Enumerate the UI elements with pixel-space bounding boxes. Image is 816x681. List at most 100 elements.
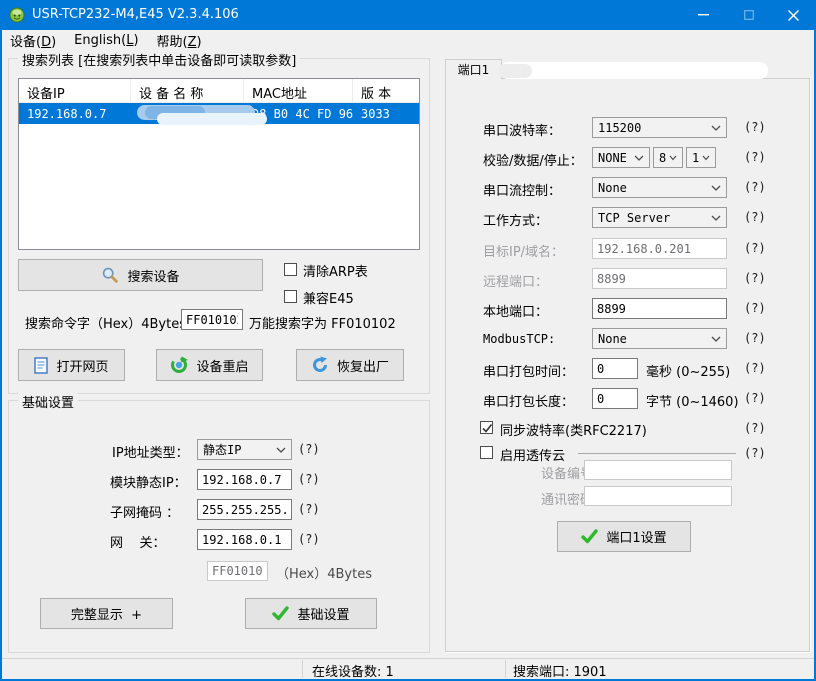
- remote-port-label: 远程端口：: [483, 271, 548, 290]
- search-cmd-input[interactable]: [181, 309, 243, 330]
- local-port-help[interactable]: (?): [744, 301, 766, 315]
- modbus-select[interactable]: None: [592, 328, 727, 349]
- cloud-checkbox[interactable]: [480, 446, 493, 459]
- parity-select[interactable]: NONE: [592, 147, 650, 168]
- chevron-down-icon: [702, 155, 710, 161]
- cloud-label: 启用透传云: [500, 445, 565, 464]
- menu-help-pre: 帮助(: [157, 35, 188, 50]
- factory-reset-label: 恢复出厂: [337, 356, 389, 375]
- col-device-ip[interactable]: 设备IP: [19, 79, 131, 102]
- compat-e45-checkbox[interactable]: [284, 290, 297, 303]
- search-cmd-hint: 万能搜索字为 FF010102: [249, 313, 396, 332]
- stop-bits-select[interactable]: 1: [686, 147, 716, 168]
- search-list-group-title: 搜索列表 [在搜索列表中单击设备即可读取参数]: [18, 50, 300, 69]
- parity-data-stop-label: 校验/数据/停止：: [483, 150, 583, 169]
- modbus-help[interactable]: (?): [744, 331, 766, 345]
- modbus-label: ModbusTCP:: [483, 332, 555, 346]
- pack-time-input[interactable]: [592, 358, 638, 379]
- status-bar: [0, 658, 816, 679]
- col-version[interactable]: 版 本: [353, 79, 419, 102]
- full-display-label: 完整显示 +: [71, 604, 142, 623]
- chevron-down-icon: [711, 125, 721, 131]
- chevron-down-icon: [634, 155, 644, 161]
- search-cmd-label: 搜索命令字（Hex）4Bytes: [25, 313, 186, 332]
- gateway-help[interactable]: (?): [298, 532, 320, 546]
- remote-port-input: [592, 268, 727, 289]
- cloud-help[interactable]: (?): [744, 446, 766, 460]
- flow-control-help[interactable]: (?): [744, 180, 766, 194]
- dest-ip-help[interactable]: (?): [744, 241, 766, 255]
- pack-time-unit: 毫秒 (0~255): [646, 361, 730, 380]
- restart-icon: [170, 356, 188, 374]
- flow-control-select[interactable]: None: [592, 177, 727, 198]
- device-version-cell: 3033: [353, 107, 419, 121]
- work-mode-help[interactable]: (?): [744, 210, 766, 224]
- work-mode-select[interactable]: TCP Server: [592, 207, 727, 228]
- static-ip-label: 模块静态IP：: [110, 472, 187, 491]
- maximize-icon: [744, 10, 754, 20]
- status-divider-1: [302, 660, 303, 678]
- static-ip-help[interactable]: (?): [298, 472, 320, 486]
- maximize-button[interactable]: [726, 0, 771, 30]
- status-divider-2: [505, 660, 506, 678]
- modbus-value: None: [593, 332, 711, 346]
- remote-port-help[interactable]: (?): [744, 271, 766, 285]
- data-bits-select[interactable]: 8: [653, 147, 683, 168]
- static-ip-input[interactable]: [197, 469, 292, 490]
- baud-rate-help[interactable]: (?): [744, 120, 766, 134]
- check-icon: [581, 529, 598, 544]
- pack-length-input[interactable]: [592, 388, 638, 409]
- minimize-button[interactable]: [681, 0, 726, 30]
- menu-device[interactable]: 设备(D): [2, 29, 66, 53]
- cloud-divider: [578, 453, 736, 454]
- ip-type-select[interactable]: 静态IP: [197, 439, 292, 460]
- col-device-name[interactable]: 设 备 名 称: [131, 79, 244, 102]
- pack-length-help[interactable]: (?): [744, 391, 766, 405]
- window-border-left: [0, 0, 2, 681]
- tab-port1-label: 端口1: [458, 61, 490, 78]
- full-display-button[interactable]: 完整显示 +: [40, 598, 173, 629]
- subnet-mask-help[interactable]: (?): [298, 502, 320, 516]
- sync-baud-help[interactable]: (?): [744, 421, 766, 435]
- open-webpage-button[interactable]: 打开网页: [18, 349, 125, 381]
- open-webpage-label: 打开网页: [56, 356, 108, 375]
- pack-time-help[interactable]: (?): [744, 361, 766, 375]
- minimize-icon: [698, 14, 709, 16]
- device-restart-button[interactable]: 设备重启: [156, 349, 263, 381]
- menu-english[interactable]: English(L): [66, 31, 148, 51]
- baud-rate-label: 串口波特率：: [483, 120, 561, 139]
- parity-help[interactable]: (?): [744, 150, 766, 164]
- comm-password-input: [584, 486, 732, 506]
- status-online-devices: 在线设备数: 1: [312, 661, 394, 680]
- flow-control-value: None: [593, 181, 711, 195]
- device-row[interactable]: 192.168.0.7 D8 B0 4C FD 96 A8 3033: [19, 103, 419, 124]
- chevron-down-icon: [711, 185, 721, 191]
- tab-port1[interactable]: 端口1: [445, 59, 502, 79]
- window-title: USR-TCP232-M4,E45 V2.3.4.106: [32, 7, 239, 22]
- close-button[interactable]: [771, 0, 816, 30]
- factory-reset-button[interactable]: 恢复出厂: [296, 349, 404, 381]
- chevron-down-icon: [711, 215, 721, 221]
- local-port-input[interactable]: [592, 298, 727, 319]
- port1-apply-button[interactable]: 端口1设置: [557, 521, 691, 552]
- search-device-button[interactable]: 搜索设备: [18, 259, 263, 291]
- sync-baud-checkbox[interactable]: [480, 421, 493, 434]
- col-mac[interactable]: MAC地址: [244, 79, 353, 102]
- device-ip-cell: 192.168.0.7: [19, 107, 131, 121]
- baud-rate-select[interactable]: 115200: [592, 117, 727, 138]
- chevron-down-icon: [711, 336, 721, 342]
- basic-settings-apply-label: 基础设置: [297, 604, 349, 623]
- close-icon: [788, 10, 799, 21]
- clear-arp-checkbox[interactable]: [284, 263, 297, 276]
- factory-reset-icon: [311, 356, 329, 374]
- gateway-input[interactable]: [197, 529, 292, 550]
- pack-length-label: 串口打包长度：: [483, 391, 574, 410]
- port1-apply-label: 端口1设置: [606, 527, 666, 546]
- ip-type-help[interactable]: (?): [298, 442, 320, 456]
- dest-ip-label: 目标IP/域名：: [483, 241, 564, 260]
- menu-device-key: D: [41, 35, 51, 50]
- local-port-label: 本地端口：: [483, 301, 548, 320]
- menu-help[interactable]: 帮助(Z): [149, 29, 212, 53]
- basic-settings-apply-button[interactable]: 基础设置: [245, 598, 377, 629]
- subnet-mask-input[interactable]: [197, 499, 292, 520]
